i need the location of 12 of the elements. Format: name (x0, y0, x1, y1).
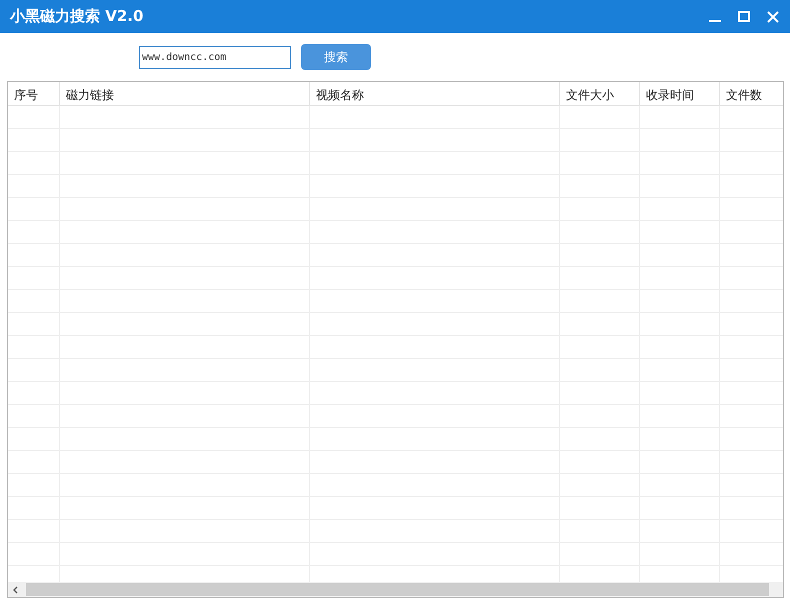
column-header[interactable]: 收录时间 (640, 82, 720, 105)
horizontal-scrollbar[interactable] (8, 582, 783, 597)
search-field[interactable]: www.downcc.com (139, 46, 291, 68)
column-header[interactable]: 序号 (8, 82, 60, 105)
column-header[interactable]: 文件大小 (560, 82, 640, 105)
window-title: 小黑磁力搜索 V2.0 (10, 7, 144, 26)
column-header[interactable]: 磁力链接 (60, 82, 310, 105)
maximize-icon[interactable] (737, 10, 751, 24)
scroll-left-icon[interactable] (12, 586, 20, 594)
column-header[interactable]: 视频名称 (310, 82, 560, 105)
close-icon[interactable] (766, 10, 780, 24)
column-header[interactable]: 文件数 (720, 82, 783, 105)
